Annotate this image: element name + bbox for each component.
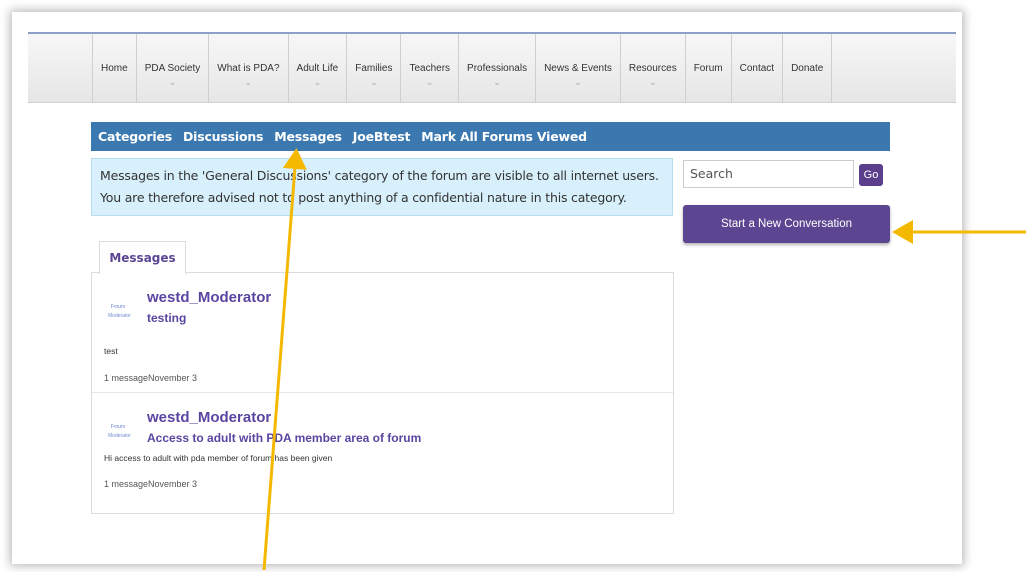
nav-item-label: Contact (739, 63, 775, 74)
nav-item-home[interactable]: Home (93, 34, 137, 102)
nav-item-donate[interactable]: Donate (783, 34, 833, 102)
nav-item-label: Families (355, 63, 393, 74)
nav-item-resources[interactable]: Resources ⌄ (621, 34, 686, 102)
nav-item-label: PDA Society (144, 63, 201, 74)
list-item[interactable]: Forum Moderator westd_Moderator testing … (92, 273, 673, 393)
nav-item-label: News & Events (544, 63, 612, 74)
nav-item-label: Resources (628, 63, 677, 74)
nav-item-what-is-pda[interactable]: What is PDA? ⌄ (209, 34, 289, 102)
nav-item-label: Adult Life (296, 63, 339, 74)
nav-item-label: Forum (693, 63, 723, 74)
nav-item-label: Teachers (409, 63, 451, 74)
top-navigation: Home PDA Society ⌄ What is PDA? ⌄ Adult Life ⌄… (28, 32, 956, 103)
chevron-down-icon: ⌄ (168, 77, 177, 87)
start-new-conversation-button[interactable]: Start a New Conversation (683, 205, 890, 243)
message-subject[interactable]: testing (147, 311, 186, 325)
list-item[interactable]: Forum Moderator westd_Moderator Access t… (92, 393, 673, 511)
messages-panel: Forum Moderator westd_Moderator testing … (91, 272, 674, 514)
nav-item-forum[interactable]: Forum (686, 34, 732, 102)
tab-messages[interactable]: Messages (99, 241, 186, 274)
categories-link[interactable]: Categories (98, 129, 172, 144)
message-snippet: test (104, 346, 118, 356)
chevron-down-icon: ⌄ (649, 77, 657, 87)
chevron-down-icon: ⌄ (313, 77, 322, 87)
message-subject[interactable]: Access to adult with PDA member area of … (147, 431, 421, 445)
moderator-badge: Forum Moderator (108, 304, 131, 319)
info-notice: Messages in the 'General Discussions' ca… (91, 158, 673, 216)
mark-all-viewed-link[interactable]: Mark All Forums Viewed (421, 129, 587, 144)
nav-item-teachers[interactable]: Teachers ⌄ (401, 34, 460, 102)
nav-menu: Home PDA Society ⌄ What is PDA? ⌄ Adult Life ⌄… (92, 34, 833, 102)
notice-line-2: You are therefore advised not to post an… (100, 190, 627, 205)
nav-item-families[interactable]: Families ⌄ (347, 34, 402, 102)
nav-item-label: Home (101, 63, 128, 74)
notice-line-1: Messages in the 'General Discussions' ca… (100, 168, 659, 183)
chevron-down-icon: ⌄ (370, 77, 378, 87)
message-meta: 1 messageNovember 3 (104, 373, 198, 383)
message-author[interactable]: westd_Moderator (147, 289, 271, 306)
browser-frame: Home PDA Society ⌄ What is PDA? ⌄ Adult Life ⌄… (12, 12, 962, 564)
nav-item-news-events[interactable]: News & Events ⌄ (536, 34, 621, 102)
nav-item-adult-life[interactable]: Adult Life ⌄ (289, 34, 348, 102)
chevron-down-icon: ⌄ (244, 77, 253, 87)
nav-item-pda-society[interactable]: PDA Society ⌄ (137, 34, 210, 102)
nav-item-label: What is PDA? (217, 63, 280, 74)
forum-category-bar: Categories Discussions Messages JoeBtest… (91, 122, 890, 151)
nav-item-professionals[interactable]: Professionals ⌄ (459, 34, 537, 102)
discussions-link[interactable]: Discussions (183, 129, 264, 144)
message-author[interactable]: westd_Moderator (147, 409, 271, 426)
chevron-down-icon: ⌄ (493, 77, 501, 87)
message-meta: 1 messageNovember 3 (104, 479, 198, 489)
moderator-badge: Forum Moderator (108, 424, 131, 439)
nav-item-label: Professionals (467, 63, 528, 74)
message-snippet: Hi access to adult with pda member of fo… (104, 453, 333, 463)
chevron-down-icon: ⌄ (574, 77, 582, 87)
nav-item-contact[interactable]: Contact (732, 34, 784, 102)
chevron-down-icon: ⌄ (425, 77, 434, 87)
search-placeholder: Search (690, 166, 733, 181)
messages-link[interactable]: Messages (274, 129, 342, 144)
search-input[interactable]: Search (683, 160, 854, 188)
go-button[interactable]: Go (859, 164, 883, 186)
user-profile-link[interactable]: JoeBtest (353, 129, 411, 144)
nav-item-label: Donate (791, 63, 824, 74)
